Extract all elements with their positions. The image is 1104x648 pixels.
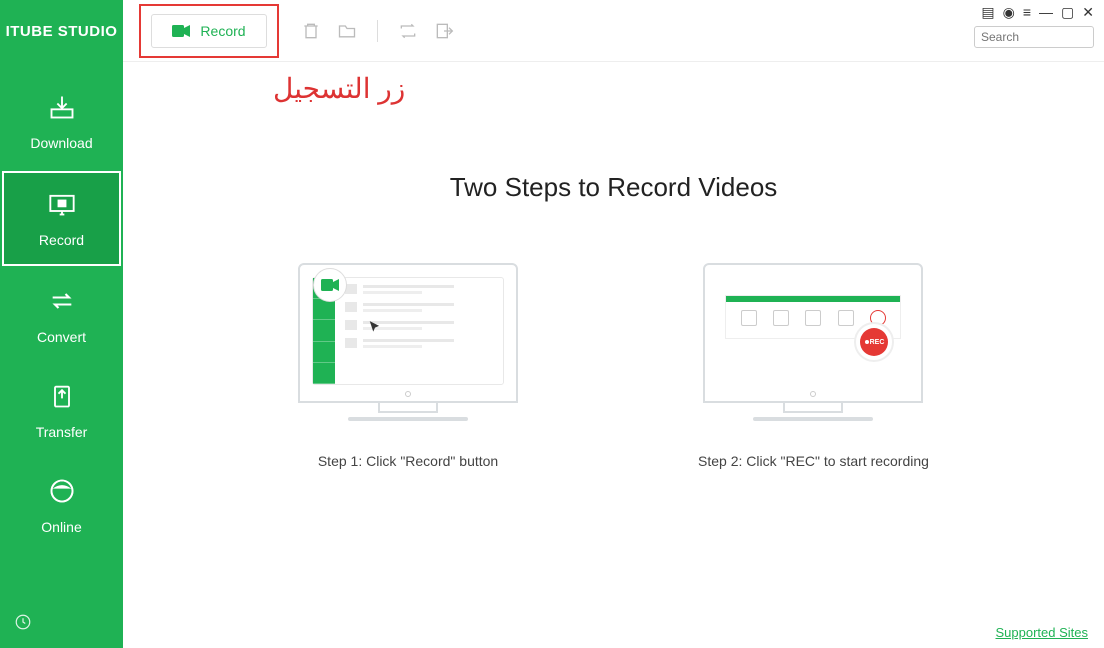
search-input[interactable] [974,26,1094,48]
close-icon[interactable]: ✕ [1082,4,1094,21]
step-1: Step 1: Click "Record" button [298,263,518,469]
record-icon [48,190,76,218]
rec-label: REC [870,339,885,346]
record-button-label: Record [200,23,245,39]
download-icon [48,93,76,121]
history-icon[interactable] [14,613,32,631]
app-logo: ITUBE STUDIO [0,0,123,62]
sidebar-item-label: Convert [37,329,86,345]
maximize-icon[interactable]: ▢ [1061,4,1074,21]
menu-icon[interactable]: ≡ [1023,4,1031,21]
step2-illustration: REC [703,263,923,403]
toolbar-divider [377,20,378,42]
search-box [974,26,1094,48]
feedback-icon[interactable]: ▤ [981,4,994,21]
page-heading: Two Steps to Record Videos [450,172,778,203]
sidebar: ITUBE STUDIO Download Record Convert Tra… [0,0,123,648]
content: Two Steps to Record Videos [123,62,1104,648]
record-button[interactable]: Record [151,14,267,48]
camera-badge-icon [313,268,347,302]
step2-caption: Step 2: Click "REC" to start recording [698,453,929,469]
titlebar: ▤ ◉ ≡ — ▢ ✕ [981,4,1094,21]
folder-icon[interactable] [337,21,357,41]
sidebar-item-transfer[interactable]: Transfer [0,363,123,458]
supported-sites-link[interactable]: Supported Sites [995,625,1088,640]
loop-icon[interactable] [398,21,418,41]
sidebar-item-online[interactable]: Online [0,458,123,553]
step-2: REC Step 2: Click "REC" to start recordi… [698,263,929,469]
delete-icon[interactable] [301,21,321,41]
online-icon [48,477,76,505]
sidebar-item-convert[interactable]: Convert [0,268,123,363]
toolbar: Record [123,0,1104,62]
message-icon[interactable]: ◉ [1003,4,1015,21]
sidebar-item-label: Online [41,519,81,535]
step1-illustration [298,263,518,403]
sidebar-item-label: Record [39,232,84,248]
sidebar-item-label: Download [30,135,92,151]
sidebar-item-record[interactable]: Record [2,171,121,266]
transfer-icon [48,382,76,410]
minimize-icon[interactable]: — [1039,4,1053,21]
convert-icon [48,287,76,315]
sidebar-item-label: Transfer [36,424,88,440]
sidebar-item-download[interactable]: Download [0,74,123,169]
rec-badge: REC [854,322,894,362]
step1-caption: Step 1: Click "Record" button [318,453,498,469]
record-button-highlight: Record [139,4,279,58]
cursor-icon [368,320,382,334]
camera-icon [172,25,190,37]
sidebar-footer [0,601,123,648]
annotation-text: زر التسجيل [273,72,405,105]
main-area: ▤ ◉ ≡ — ▢ ✕ Record [123,0,1104,648]
export-icon[interactable] [434,21,454,41]
